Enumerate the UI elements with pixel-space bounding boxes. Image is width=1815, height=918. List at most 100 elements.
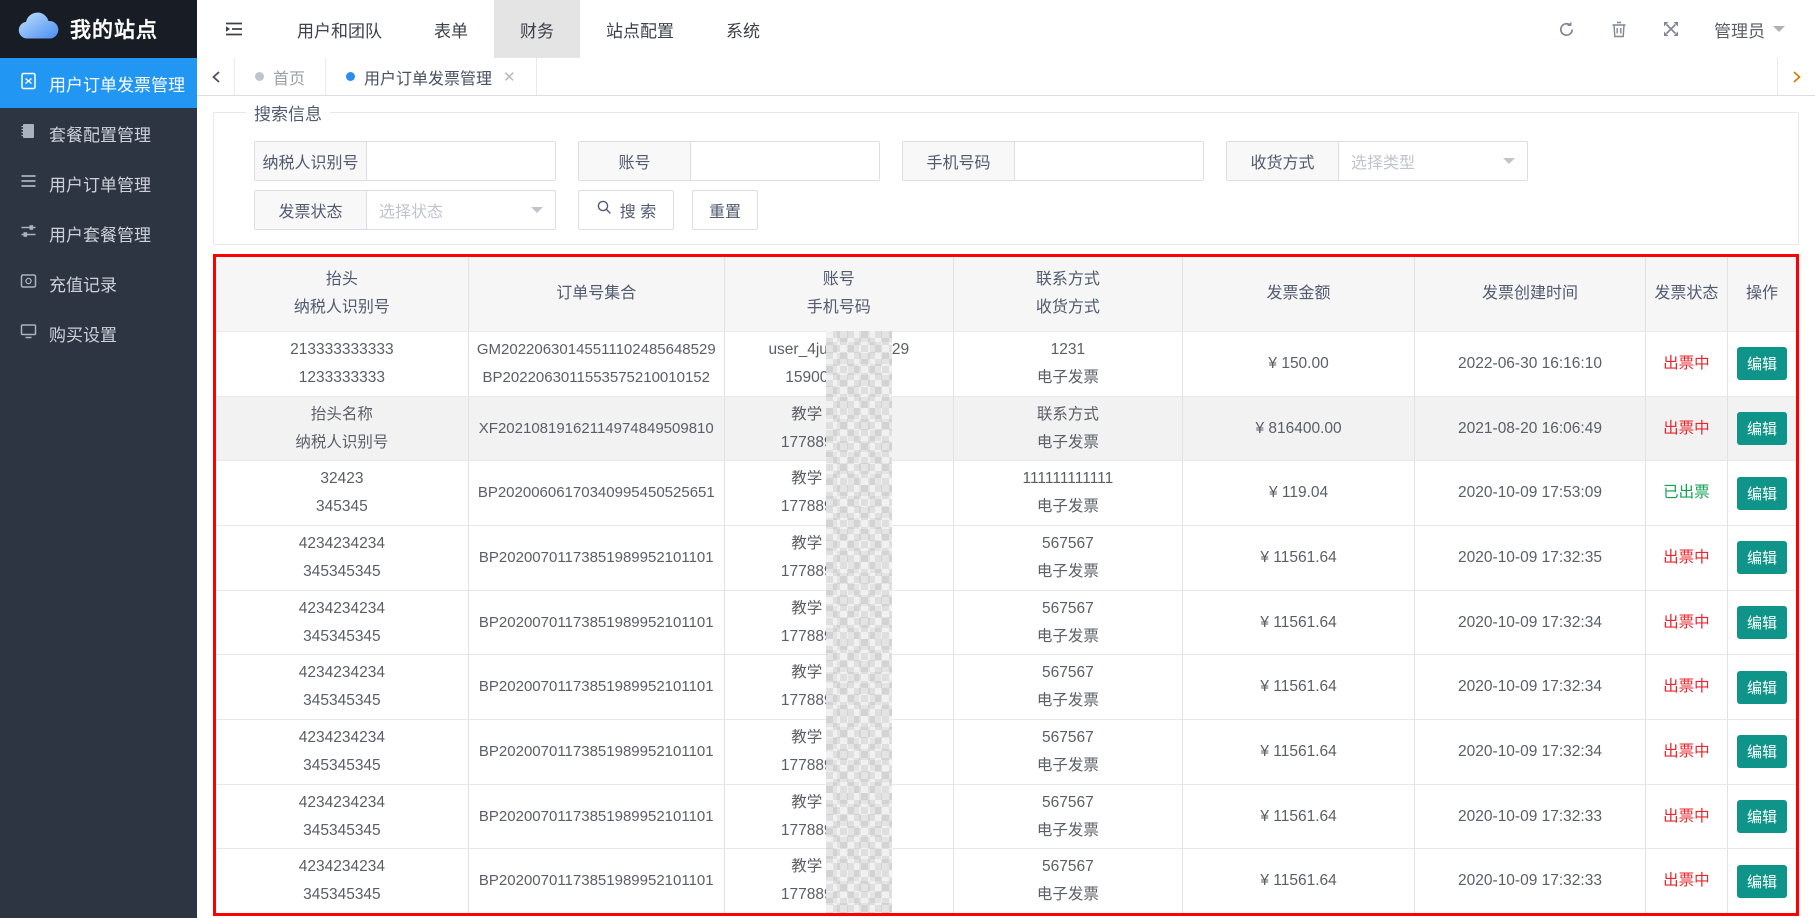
account-label: 账号 [579,142,691,180]
title-cell: 32423345345 [216,461,469,525]
top-nav: 用户和团队表单财务站点配置系统 管理员 [197,0,1815,58]
cell-line: 345345 [316,493,368,521]
nav-item-2[interactable]: 财务 [494,0,580,58]
header-line: 发票创建时间 [1482,280,1578,308]
table-row-2: 32423345345BP20200606170340995450525651教… [216,460,1796,525]
title-cell: 4234234234345345345 [216,849,469,913]
trash-icon[interactable] [1610,20,1628,39]
tab-close-icon[interactable]: ✕ [503,68,516,86]
sidebar-item-0[interactable]: 用户订单发票管理 [0,58,197,108]
account-text: 教学 [791,789,822,817]
account-text: 教学 [791,595,822,623]
cell-line: ¥ 119.04 [1269,479,1328,507]
refresh-icon[interactable] [1557,20,1576,39]
admin-user-menu[interactable]: 管理员 [1714,17,1785,42]
edit-button[interactable]: 编辑 [1737,671,1787,704]
header-line: 收货方式 [1036,294,1100,322]
tab-bar: 首页 用户订单发票管理 ✕ [197,58,1815,96]
site-name: 我的站点 [70,14,158,44]
contact-cell: 567567电子发票 [954,591,1183,655]
cell-line: ¥ 11561.64 [1260,867,1336,895]
delivery-method-select[interactable]: 选择类型 [1339,142,1527,180]
cell-line: 213333333333 [290,336,393,364]
tabs-scroll-right-icon[interactable] [1777,58,1815,95]
phone-input[interactable] [1015,142,1203,180]
cell-line: BP2022063011553575210010152 [483,364,710,392]
table-header-cell-6: 发票状态 [1646,257,1728,331]
edit-button[interactable]: 编辑 [1737,606,1787,639]
title-cell: 抬头名称纳税人识别号 [216,397,469,461]
recharge-icon [20,273,37,294]
cell-line: 抬头名称 [311,401,373,429]
cell-line: 32423 [320,465,363,493]
cell-line: 4234234234 [299,853,385,881]
invoice-status-group: 发票状态 选择状态 [254,190,556,230]
status-cell: 出票中 [1646,785,1728,849]
nav-item-1[interactable]: 表单 [408,0,494,58]
title-cell: 2133333333331233333333 [216,332,469,396]
tab-0[interactable]: 首页 [235,58,326,95]
sidebar-item-1[interactable]: 套餐配置管理 [0,108,197,158]
cell-line: 电子发票 [1037,364,1099,392]
nav-item-3[interactable]: 站点配置 [580,0,700,58]
cell-line: 联系方式 [1037,401,1099,429]
sidebar-item-4[interactable]: 充值记录 [0,258,197,308]
amount-cell: ¥ 119.04 [1183,461,1415,525]
invoice-icon [20,72,37,95]
sidebar-item-3[interactable]: 用户套餐管理 [0,208,197,258]
status-cell: 出票中 [1646,849,1728,913]
action-cell: 编辑 [1728,591,1796,655]
invoice-status-label: 发票状态 [255,191,367,229]
table-row-5: 4234234234345345345BP2020070117385198995… [216,654,1796,719]
taxpayer-id-input[interactable] [367,142,555,180]
cell-line: BP20200701173851989952101101 [479,673,714,701]
tab-label: 用户订单发票管理 [364,65,492,89]
edit-button[interactable]: 编辑 [1737,865,1787,898]
tab-1[interactable]: 用户订单发票管理 ✕ [326,58,537,95]
privacy-mosaic-overlay [826,331,892,913]
created-time-cell: 2020-10-09 17:32:34 [1415,655,1646,719]
cell-line: 567567 [1042,853,1094,881]
cell-line: ¥ 11561.64 [1260,544,1336,572]
sidebar-collapse-icon[interactable] [197,0,271,58]
header-line: 操作 [1746,280,1778,308]
status-badge: 出票中 [1663,803,1710,831]
nav-item-4[interactable]: 系统 [700,0,786,58]
edit-button[interactable]: 编辑 [1737,412,1787,445]
edit-button[interactable]: 编辑 [1737,541,1787,574]
delivery-method-placeholder: 选择类型 [1351,149,1415,173]
edit-button[interactable]: 编辑 [1737,735,1787,768]
search-button[interactable]: 搜 索 [578,190,674,230]
order-ids-cell: BP20200701173851989952101101 [469,655,725,719]
created-time-cell: 2022-06-30 16:16:10 [1415,332,1646,396]
edit-button[interactable]: 编辑 [1737,477,1787,510]
cell-line: 电子发票 [1037,429,1099,457]
cell-line: BP20200701173851989952101101 [479,867,714,895]
user-package-icon [20,223,37,244]
cell-line: 345345345 [303,752,381,780]
account-text: 177889 [781,493,833,521]
header-line: 账号 [823,266,855,294]
phone-label: 手机号码 [903,142,1015,180]
cell-line: 567567 [1042,724,1094,752]
search-row-1: 纳税人识别号 账号 手机号码 收货方式 选择类型 [254,141,1798,181]
tabs-scroll-left-icon[interactable] [197,58,235,95]
account-group: 账号 [578,141,880,181]
cell-line: 4234234234 [299,659,385,687]
nav-item-0[interactable]: 用户和团队 [271,0,408,58]
cell-line: XF20210819162114974849509810 [479,415,714,443]
package-config-icon [20,122,37,145]
edit-button[interactable]: 编辑 [1737,800,1787,833]
invoice-status-select[interactable]: 选择状态 [367,191,555,229]
sidebar-item-label: 套餐配置管理 [49,121,151,146]
sidebar-item-2[interactable]: 用户订单管理 [0,158,197,208]
sidebar-item-5[interactable]: 购买设置 [0,308,197,358]
created-time-cell: 2020-10-09 17:32:35 [1415,526,1646,590]
order-ids-cell: GM20220630145511102485648529BP2022063011… [469,332,725,396]
fullscreen-icon[interactable] [1662,20,1680,38]
edit-button[interactable]: 编辑 [1737,347,1787,380]
search-panel-title: 搜索信息 [246,100,330,125]
reset-button[interactable]: 重置 [692,190,758,230]
account-input[interactable] [691,142,879,180]
table-header-cell-3: 联系方式收货方式 [954,257,1183,331]
